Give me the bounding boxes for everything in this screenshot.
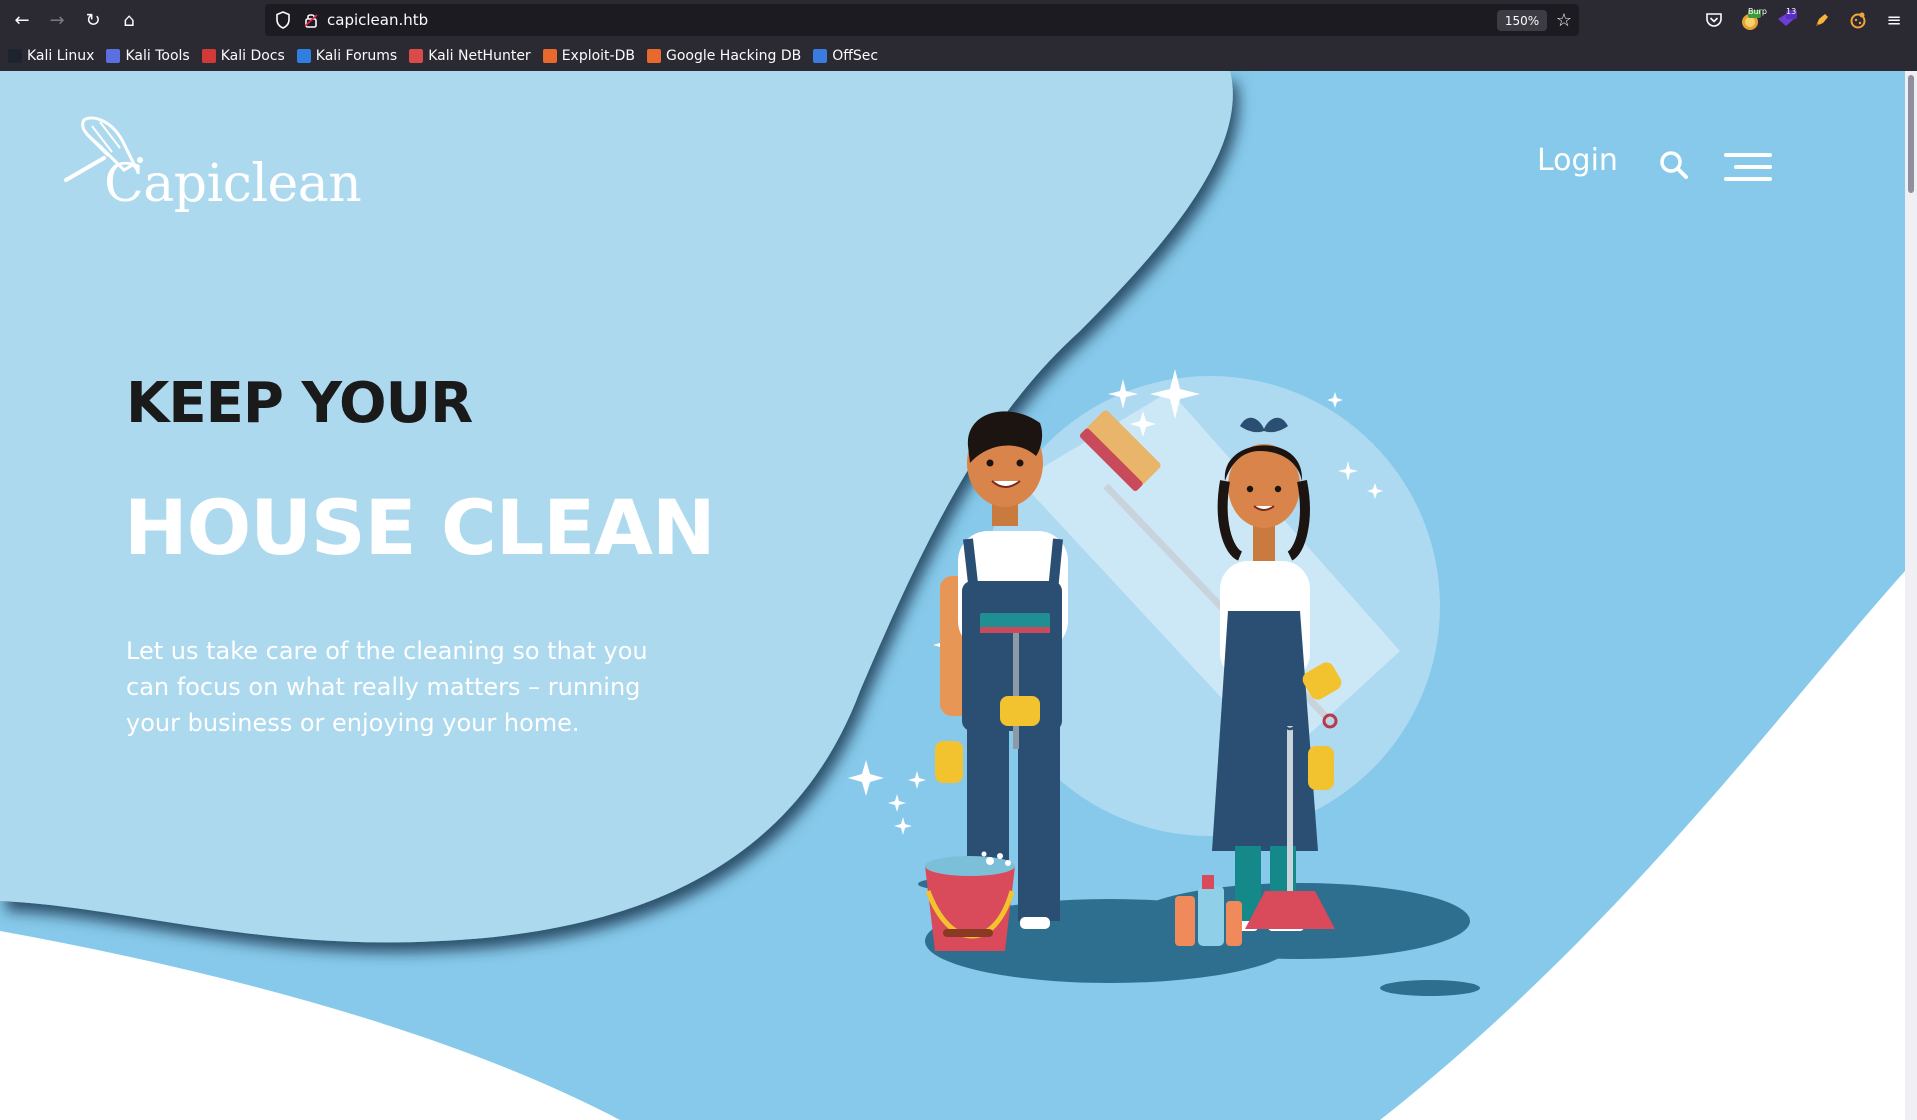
extension-badge-icon[interactable]: 13 [1774, 7, 1798, 32]
bookmark-offsec[interactable]: OffSec [813, 48, 878, 64]
zoom-level-badge[interactable]: 150% [1497, 10, 1547, 31]
scrollbar-thumb[interactable] [1908, 75, 1914, 193]
hamburger-menu-icon[interactable] [1724, 151, 1772, 183]
bookmark-label: Exploit-DB [561, 47, 635, 64]
bookmark-label: Kali Linux [27, 47, 95, 64]
menu-icon[interactable]: ≡ [1882, 8, 1906, 32]
hero-heading-line2: HOUSE CLEAN [124, 483, 716, 572]
login-link[interactable]: Login [1537, 143, 1618, 178]
google-hacking-db-icon [646, 48, 661, 63]
search-icon[interactable] [1658, 149, 1690, 181]
bookmark-label: Kali NetHunter [428, 47, 531, 64]
home-icon[interactable]: ⌂ [117, 8, 141, 32]
capiclean-logo[interactable]: Capiclean [64, 112, 362, 232]
cookie-extension-icon[interactable] [1846, 8, 1870, 32]
page-scrollbar[interactable] [1905, 71, 1917, 1120]
bookmark-exploit-db[interactable]: Exploit-DB [542, 47, 635, 64]
bookmark-label: Kali Forums [315, 47, 398, 64]
forward-icon[interactable]: → [45, 8, 69, 32]
pencil-extension-icon[interactable] [1810, 8, 1834, 32]
page-viewport: Capiclean Login KEEP YOUR HOUSE CLEAN Le… [0, 71, 1905, 1120]
url-text[interactable]: capiclean.htb [327, 11, 428, 29]
bookmark-kali-nethunter[interactable]: Kali NetHunter [409, 47, 531, 64]
cleaners-illustration [848, 369, 1480, 996]
bookmark-kali-tools[interactable]: Kali Tools [106, 47, 190, 64]
bookmark-label: Kali Docs [220, 47, 285, 64]
offsec-icon [813, 48, 828, 63]
logo-text: Capiclean [104, 154, 362, 214]
address-bar[interactable]: capiclean.htb 150% ☆ [265, 4, 1579, 36]
bookmark-kali-forums[interactable]: Kali Forums [296, 47, 398, 64]
reload-icon[interactable]: ↻ [81, 8, 105, 32]
hero-heading-line1: KEEP YOUR [126, 371, 473, 436]
pocket-icon[interactable] [1702, 8, 1726, 32]
bookmark-label: Google Hacking DB [665, 47, 802, 64]
burp-badge: Burp [1748, 7, 1767, 16]
bookmark-kali-docs[interactable]: Kali Docs [201, 47, 285, 64]
burp-extension-icon[interactable]: Burp [1738, 7, 1767, 32]
bookmark-google-hacking-db[interactable]: Google Hacking DB [646, 47, 802, 64]
bookmark-kali-linux[interactable]: Kali Linux [8, 48, 94, 64]
bookmark-star-icon[interactable]: ☆ [1553, 9, 1575, 31]
kali-forums-icon [296, 48, 311, 63]
kali-docs-icon [201, 48, 216, 63]
extension-badge-count: 13 [1786, 7, 1797, 16]
browser-toolbar: ← → ↻ ⌂ capiclean.htb 150% ☆ Burp 13 ≡ [0, 0, 1917, 40]
exploit-db-icon [542, 48, 557, 63]
hero-description: Let us take care of the cleaning so that… [126, 637, 648, 737]
lock-icon[interactable] [301, 10, 321, 30]
kali-tools-icon [106, 48, 121, 63]
kali-nethunter-icon [409, 48, 424, 63]
back-icon[interactable]: ← [10, 8, 34, 32]
shield-icon[interactable] [273, 10, 293, 30]
bookmark-label: Kali Tools [125, 47, 190, 64]
bookmark-label: OffSec [832, 47, 879, 64]
kali-linux-icon [8, 48, 22, 63]
bookmarks-bar: Kali Linux Kali Tools Kali Docs Kali For… [0, 40, 1917, 71]
